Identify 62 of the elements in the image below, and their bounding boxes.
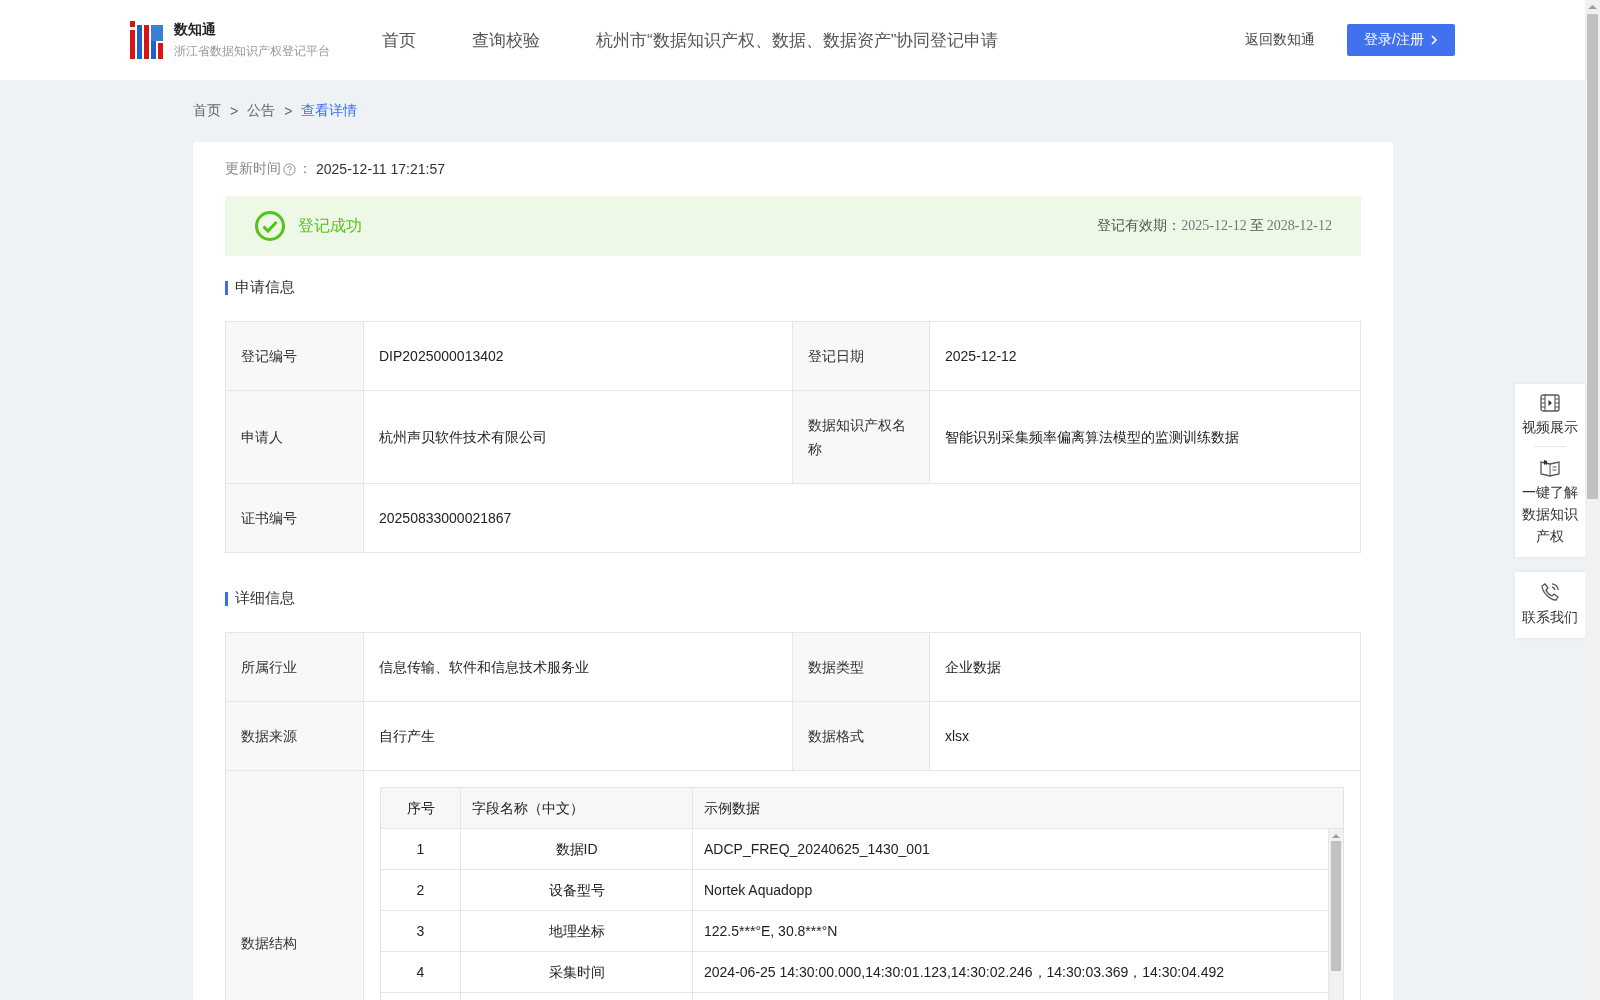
table-cell: 数据ID: [461, 829, 693, 869]
update-time: 2025-12-11 17:21:57: [316, 161, 445, 177]
breadcrumb-link[interactable]: 查看详情: [301, 102, 358, 120]
film-icon: [1540, 394, 1560, 412]
column-header: 序号: [381, 788, 461, 828]
scroll-up-arrow-icon[interactable]: [1332, 833, 1340, 839]
validity-label: 登记有效期：: [1097, 217, 1182, 235]
update-label: 更新时间: [225, 160, 281, 178]
side-link[interactable]: 联系我们: [1520, 582, 1580, 628]
field-label: 登记编号: [226, 322, 364, 391]
logo-title: 数知通: [174, 20, 217, 39]
table-cell: 1: [381, 829, 461, 869]
status-text: 登记成功: [298, 215, 362, 236]
field-label: 数据结构: [226, 771, 364, 1000]
scrollbar[interactable]: [1585, 0, 1600, 1000]
logo-icon: [130, 21, 164, 59]
column-header: 字段名称（中文）: [461, 788, 693, 828]
login-button[interactable]: 登录/注册: [1347, 24, 1455, 56]
table-cell: 4: [381, 952, 461, 992]
field-value: 2025-12-12: [930, 322, 1361, 391]
breadcrumb-link[interactable]: 公告: [247, 102, 276, 120]
nav-link[interactable]: 查询校验: [472, 24, 540, 56]
column-header: 示例数据: [703, 799, 761, 818]
table-cell: 3: [381, 911, 461, 951]
breadcrumb-separator: >: [230, 103, 239, 119]
table-cell: 地理坐标: [461, 911, 693, 951]
field-label: 数据格式: [793, 702, 930, 771]
field-label: 数据类型: [793, 633, 930, 702]
validity-to: 2028-12-12: [1266, 218, 1332, 234]
success-check-icon: [254, 210, 286, 242]
logo-subtitle: 浙江省数据知识产权登记平台: [174, 42, 330, 60]
field-label: 证书编号: [226, 484, 364, 553]
help-icon[interactable]: [283, 162, 296, 176]
field-value: xlsx: [930, 702, 1361, 771]
field-label: 所属行业: [226, 633, 364, 702]
table-cell: 设备型号: [461, 870, 693, 910]
nav-link[interactable]: 杭州市“数据知识产权、数据、数据资产”协同登记申请: [596, 24, 999, 56]
scrollbar[interactable]: [1329, 828, 1343, 1000]
validity-to-word: 至: [1249, 217, 1264, 235]
breadcrumb-link[interactable]: 首页: [193, 102, 221, 120]
field-value: 20250833000021867: [364, 484, 1361, 553]
field-label: 数据知识产权名称: [793, 391, 930, 484]
field-value: 智能识别采集频率偏离算法模型的监测训练数据: [930, 391, 1361, 484]
field-label: 登记日期: [793, 322, 930, 391]
field-label: 申请人: [226, 391, 364, 484]
book-icon: [1540, 459, 1560, 477]
side-link[interactable]: 一键了解数据知识产权: [1520, 459, 1580, 547]
back-link[interactable]: 返回数知通: [1245, 31, 1315, 49]
side-link[interactable]: 视频展示: [1520, 394, 1580, 438]
chevron-icon: [1429, 34, 1438, 46]
table-cell: 2: [381, 870, 461, 910]
phone-icon: [1540, 582, 1560, 602]
field-value: 企业数据: [930, 633, 1361, 702]
scroll-up-arrow-icon[interactable]: [1588, 4, 1597, 10]
table-cell: 采集时间: [461, 952, 693, 992]
breadcrumb-separator: >: [284, 103, 293, 119]
validity-from: 2025-12-12: [1181, 218, 1247, 234]
nav-link[interactable]: 首页: [382, 24, 416, 56]
section-title: 详细信息: [225, 567, 1361, 632]
update-colon: ：: [298, 160, 312, 178]
field-label: 数据来源: [226, 702, 364, 771]
section-title: 申请信息: [225, 256, 1361, 321]
